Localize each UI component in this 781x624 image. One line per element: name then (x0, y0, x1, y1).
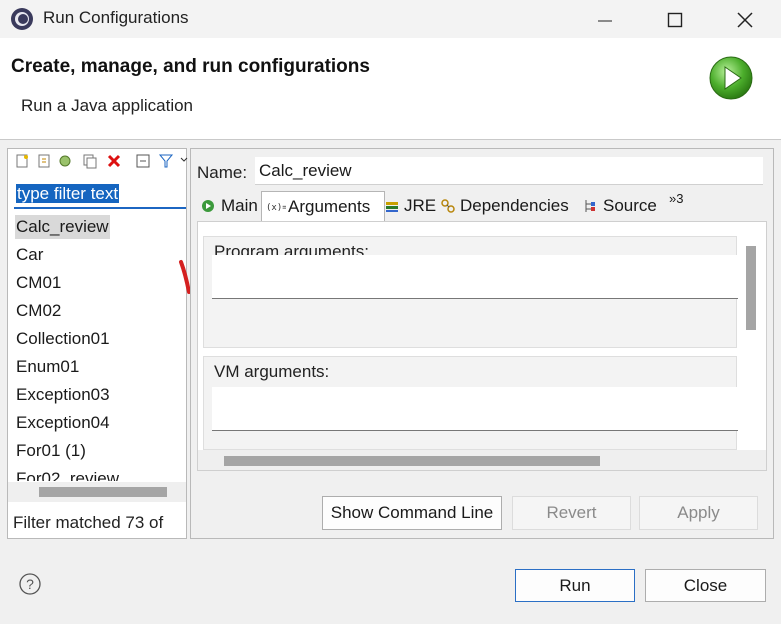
source-tab-icon (585, 200, 595, 212)
close-window-button[interactable] (725, 4, 765, 34)
filter-status: Filter matched 73 of (13, 513, 164, 532)
filter-input[interactable]: type filter text (14, 179, 186, 209)
dialog-subtitle: Run a Java application (21, 96, 194, 115)
tree-toolbar (10, 151, 188, 173)
vm-arguments-field[interactable] (212, 387, 738, 431)
list-item[interactable]: CM02 (15, 299, 62, 323)
list-item[interactable]: Exception04 (15, 411, 111, 435)
close-button[interactable]: Close (645, 569, 766, 602)
list-item[interactable]: For01 (1) (15, 439, 87, 463)
list-item[interactable]: Exception03 (15, 383, 111, 407)
export-configuration-icon[interactable] (57, 153, 73, 169)
name-label: Name: (197, 163, 248, 182)
arguments-tab-icon: (x)= (266, 203, 286, 213)
maximize-icon (667, 12, 683, 28)
help-icon[interactable]: ? (19, 573, 41, 595)
list-item[interactable]: Collection01 (15, 327, 111, 351)
tab-dependencies[interactable]: Dependencies (439, 191, 579, 221)
list-item[interactable]: Car (15, 243, 44, 267)
minimize-icon (598, 20, 612, 22)
list-item[interactable]: Calc_review (15, 215, 110, 239)
minimize-button[interactable] (585, 4, 625, 34)
delete-icon[interactable] (106, 153, 122, 169)
show-command-line-button[interactable]: Show Command Line (322, 496, 502, 530)
tab-source[interactable]: Source (581, 191, 667, 221)
main-tab-icon (202, 200, 214, 212)
arguments-tab-content: Program arguments: VM arguments: (197, 221, 767, 471)
vertical-scrollbar-thumb[interactable] (746, 246, 756, 330)
tab-arguments[interactable]: (x)= Arguments (261, 191, 385, 221)
name-field[interactable]: Calc_review (255, 157, 763, 185)
horizontal-scrollbar[interactable] (198, 450, 766, 470)
revert-button[interactable]: Revert (512, 496, 631, 530)
dialog-title: Create, manage, and run configurations (11, 56, 370, 77)
tab-jre[interactable]: JRE (385, 191, 437, 221)
collapse-all-icon[interactable] (135, 153, 151, 169)
window-title: Run Configurations (43, 8, 189, 27)
vm-arguments-group: VM arguments: (203, 356, 738, 450)
filter-input-text: type filter text (16, 184, 120, 203)
new-prototype-icon[interactable] (36, 153, 52, 169)
tab-overflow[interactable]: »3 (669, 191, 693, 221)
run-banner-icon (709, 56, 753, 100)
maximize-button[interactable] (655, 4, 695, 34)
filter-icon[interactable] (158, 153, 174, 169)
svg-text:?: ? (26, 576, 34, 592)
new-configuration-icon[interactable] (14, 153, 30, 169)
run-button[interactable]: Run (515, 569, 635, 602)
dialog-header: Create, manage, and run configurations R… (0, 38, 781, 140)
title-bar: Run Configurations (0, 0, 781, 38)
program-arguments-field[interactable] (212, 255, 738, 299)
view-menu-icon[interactable] (180, 153, 188, 169)
program-arguments-group: Program arguments: (203, 236, 738, 348)
overflow-icon: »3 (669, 191, 684, 206)
tree-horizontal-scrollbar[interactable] (8, 482, 186, 502)
tab-main[interactable]: Main (197, 191, 263, 221)
configurations-tree-panel: type filter text Calc_review Car CM01 CM… (7, 148, 188, 539)
list-item[interactable]: CM01 (15, 271, 62, 295)
configuration-tabs: Main (x)= Arguments JRE Dependencies Sou… (197, 191, 763, 221)
apply-button[interactable]: Apply (639, 496, 758, 530)
eclipse-icon (11, 8, 33, 30)
scrollbar-thumb[interactable] (39, 487, 167, 497)
duplicate-icon[interactable] (82, 153, 98, 169)
scrollbar-thumb[interactable] (224, 456, 600, 466)
vm-arguments-label: VM arguments: (214, 362, 330, 381)
configuration-editor-panel: Name: Calc_review Main (x)= Arguments JR… (190, 148, 774, 539)
list-item[interactable]: For02_review (15, 467, 120, 481)
svg-text:(x)=: (x)= (266, 203, 286, 213)
jre-tab-icon (386, 202, 398, 212)
configurations-list: Calc_review Car CM01 CM02 Collection01 E… (8, 215, 186, 481)
dependencies-tab-icon (441, 199, 455, 213)
close-icon (737, 12, 753, 28)
list-item[interactable]: Enum01 (15, 355, 80, 379)
